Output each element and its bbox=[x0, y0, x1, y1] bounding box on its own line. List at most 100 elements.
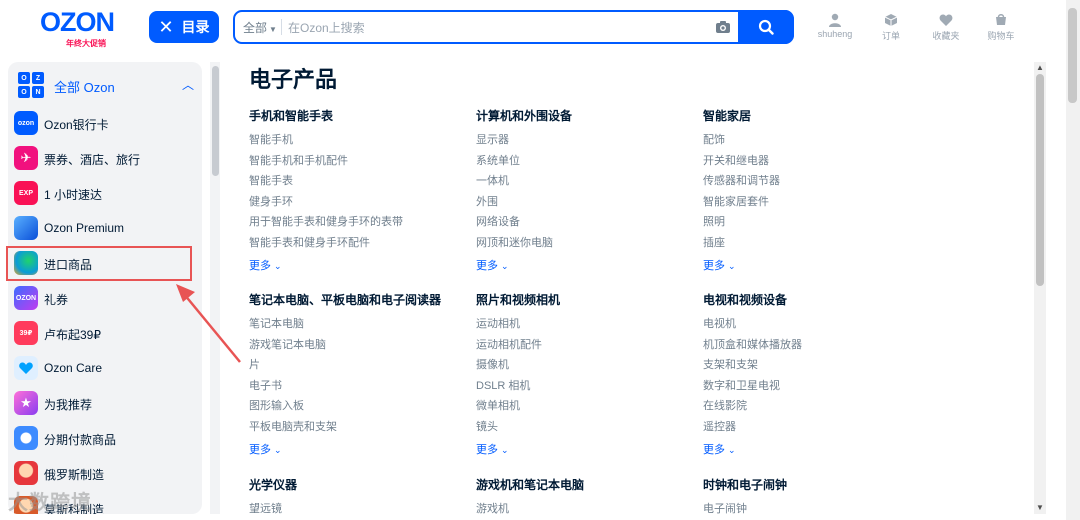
category-link[interactable]: 运动相机配件 bbox=[476, 335, 696, 356]
category-link[interactable]: 用于智能手表和健身手环的表带 bbox=[249, 212, 469, 233]
category-heading[interactable]: 光学仪器 bbox=[249, 476, 469, 493]
content-scrollbar-thumb[interactable] bbox=[1036, 74, 1044, 286]
category-link[interactable]: 一体机 bbox=[476, 171, 696, 192]
category-link[interactable]: 游戏笔记本电脑 bbox=[249, 335, 469, 356]
category-link[interactable]: 传感器和调节器 bbox=[703, 171, 923, 192]
category-heading[interactable]: 游戏机和笔记本电脑 bbox=[476, 476, 696, 493]
more-link[interactable]: 更多 ⌄ bbox=[476, 257, 696, 273]
category-link[interactable]: 显示器 bbox=[476, 130, 696, 151]
category-link[interactable]: 智能手机和手机配件 bbox=[249, 151, 469, 172]
sidebar-item-travel[interactable]: ✈ 票券、酒店、旅行 bbox=[14, 144, 196, 176]
category-link[interactable]: 智能手机 bbox=[249, 130, 469, 151]
category-link[interactable]: 电视机 bbox=[703, 314, 923, 335]
top-header: OZON 年终大促销 ✕ 目录 全部 ▼ 在Ozon上搜索 shuheng 订单… bbox=[0, 0, 1080, 56]
header-account[interactable]: shuheng bbox=[810, 13, 860, 39]
catalog-button[interactable]: ✕ 目录 bbox=[149, 11, 219, 43]
express-icon: EXP bbox=[14, 181, 38, 205]
header-cart[interactable]: 购物车 bbox=[976, 13, 1026, 42]
category-link[interactable]: 遥控器 bbox=[703, 417, 923, 438]
category-link[interactable]: DSLR 相机 bbox=[476, 376, 696, 397]
search-input[interactable]: 在Ozon上搜索 bbox=[288, 19, 365, 36]
search-button[interactable] bbox=[738, 10, 794, 44]
sidebar-item-installment[interactable]: 分期付款商品 bbox=[14, 424, 196, 456]
category-link[interactable]: 摄像机 bbox=[476, 355, 696, 376]
category-heading[interactable]: 笔记本电脑、平板电脑和电子阅读器 bbox=[249, 291, 469, 308]
sidebar-item-bank-card[interactable]: ozon Ozon银行卡 bbox=[14, 109, 196, 141]
header-orders[interactable]: 订单 bbox=[866, 13, 916, 42]
sidebar-item-cheap[interactable]: 39₽ 卢布起39₽ bbox=[14, 319, 196, 351]
sidebar-item-label: Ozon Care bbox=[44, 361, 103, 375]
more-label: 更多 bbox=[703, 444, 725, 456]
category-link[interactable]: 游戏机 bbox=[476, 499, 696, 520]
category-link[interactable]: 数字和卫星电视 bbox=[703, 376, 923, 397]
header-favorites[interactable]: 收藏夹 bbox=[921, 13, 971, 42]
more-link[interactable]: 更多 ⌄ bbox=[476, 441, 696, 457]
category-heading[interactable]: 手机和智能手表 bbox=[249, 107, 469, 124]
category-link[interactable]: 电子闹钟 bbox=[703, 499, 923, 520]
bank-card-icon: ozon bbox=[14, 111, 38, 135]
category-heading[interactable]: 智能家居 bbox=[703, 107, 923, 124]
sidebar-item-label: Ozon Premium bbox=[44, 221, 125, 235]
watermark: 大数跨境 bbox=[8, 492, 92, 514]
gift-card-icon: OZON bbox=[14, 286, 38, 310]
category-link[interactable]: 插座 bbox=[703, 233, 923, 254]
sidebar-item-label: 卢布起39₽ bbox=[44, 328, 101, 342]
category-link[interactable]: 望远镜 bbox=[249, 499, 469, 520]
sidebar-item-premium[interactable]: Ozon Premium bbox=[14, 214, 196, 246]
sidebar-header[interactable]: O Z O N 全部 Ozon ︿ bbox=[18, 72, 198, 98]
category-link[interactable]: 外围 bbox=[476, 192, 696, 213]
care-heart-icon bbox=[19, 362, 33, 374]
category-link[interactable]: 微单相机 bbox=[476, 396, 696, 417]
search-scope-select[interactable]: 全部 ▼ bbox=[243, 19, 277, 36]
close-icon: ✕ bbox=[158, 17, 174, 37]
category-link[interactable]: 图形输入板 bbox=[249, 396, 469, 417]
sidebar-item-gift-card[interactable]: OZON 礼券 bbox=[14, 284, 196, 316]
category-link[interactable]: 系统单位 bbox=[476, 151, 696, 172]
window-scrollbar-thumb[interactable] bbox=[1068, 8, 1077, 103]
more-link[interactable]: 更多 ⌄ bbox=[249, 441, 469, 457]
camera-icon[interactable] bbox=[715, 20, 731, 34]
category-link[interactable]: 平板电脑壳和支架 bbox=[249, 417, 469, 438]
category-link[interactable]: 片 bbox=[249, 355, 469, 376]
category-section: 笔记本电脑、平板电脑和电子阅读器 笔记本电脑 游戏笔记本电脑 片 电子书 图形输… bbox=[249, 291, 469, 457]
box-icon bbox=[884, 14, 898, 26]
more-link[interactable]: 更多 ⌄ bbox=[249, 257, 469, 273]
category-link[interactable]: 网络设备 bbox=[476, 212, 696, 233]
category-link[interactable]: 智能手表 bbox=[249, 171, 469, 192]
sidebar-item-label: 1 小时速达 bbox=[44, 188, 103, 202]
category-link[interactable]: 网顶和迷你电脑 bbox=[476, 233, 696, 254]
sidebar-item-express[interactable]: EXP 1 小时速达 bbox=[14, 179, 196, 211]
category-link[interactable]: 智能手表和健身手环配件 bbox=[249, 233, 469, 254]
sidebar-scrollbar-thumb[interactable] bbox=[212, 66, 219, 176]
category-link[interactable]: 配饰 bbox=[703, 130, 923, 151]
category-link[interactable]: 机顶盒和媒体播放器 bbox=[703, 335, 923, 356]
more-link[interactable]: 更多 ⌄ bbox=[703, 441, 923, 457]
category-link[interactable]: 运动相机 bbox=[476, 314, 696, 335]
category-link[interactable]: 镜头 bbox=[476, 417, 696, 438]
sidebar-item-label: 礼券 bbox=[44, 293, 69, 307]
category-link[interactable]: 照明 bbox=[703, 212, 923, 233]
highlight-box bbox=[6, 246, 192, 281]
sidebar-item-recommended[interactable]: ★ 为我推荐 bbox=[14, 389, 196, 421]
category-heading[interactable]: 计算机和外围设备 bbox=[476, 107, 696, 124]
category-link[interactable]: 开关和继电器 bbox=[703, 151, 923, 172]
catalog-label: 目录 bbox=[181, 19, 210, 35]
category-link[interactable]: 电子书 bbox=[249, 376, 469, 397]
category-link[interactable]: 健身手环 bbox=[249, 192, 469, 213]
logo-wordmark: OZON bbox=[40, 7, 115, 37]
care-icon bbox=[14, 356, 38, 380]
category-heading[interactable]: 电视和视频设备 bbox=[703, 291, 923, 308]
category-link[interactable]: 支架和支架 bbox=[703, 355, 923, 376]
sidebar-item-care[interactable]: Ozon Care bbox=[14, 354, 196, 386]
category-link[interactable]: 智能家居套件 bbox=[703, 192, 923, 213]
more-link[interactable]: 更多 ⌄ bbox=[703, 257, 923, 273]
page-title: 电子产品 bbox=[249, 67, 338, 92]
category-heading[interactable]: 照片和视频相机 bbox=[476, 291, 696, 308]
scroll-up-icon[interactable]: ▲ bbox=[1036, 63, 1044, 72]
category-link[interactable]: 笔记本电脑 bbox=[249, 314, 469, 335]
scroll-down-icon[interactable]: ▼ bbox=[1036, 503, 1044, 512]
chevron-up-icon[interactable]: ︿ bbox=[182, 76, 194, 93]
ozon-logo[interactable]: OZON 年终大促销 bbox=[40, 7, 135, 48]
category-heading[interactable]: 时钟和电子闹钟 bbox=[703, 476, 923, 493]
category-link[interactable]: 在线影院 bbox=[703, 396, 923, 417]
